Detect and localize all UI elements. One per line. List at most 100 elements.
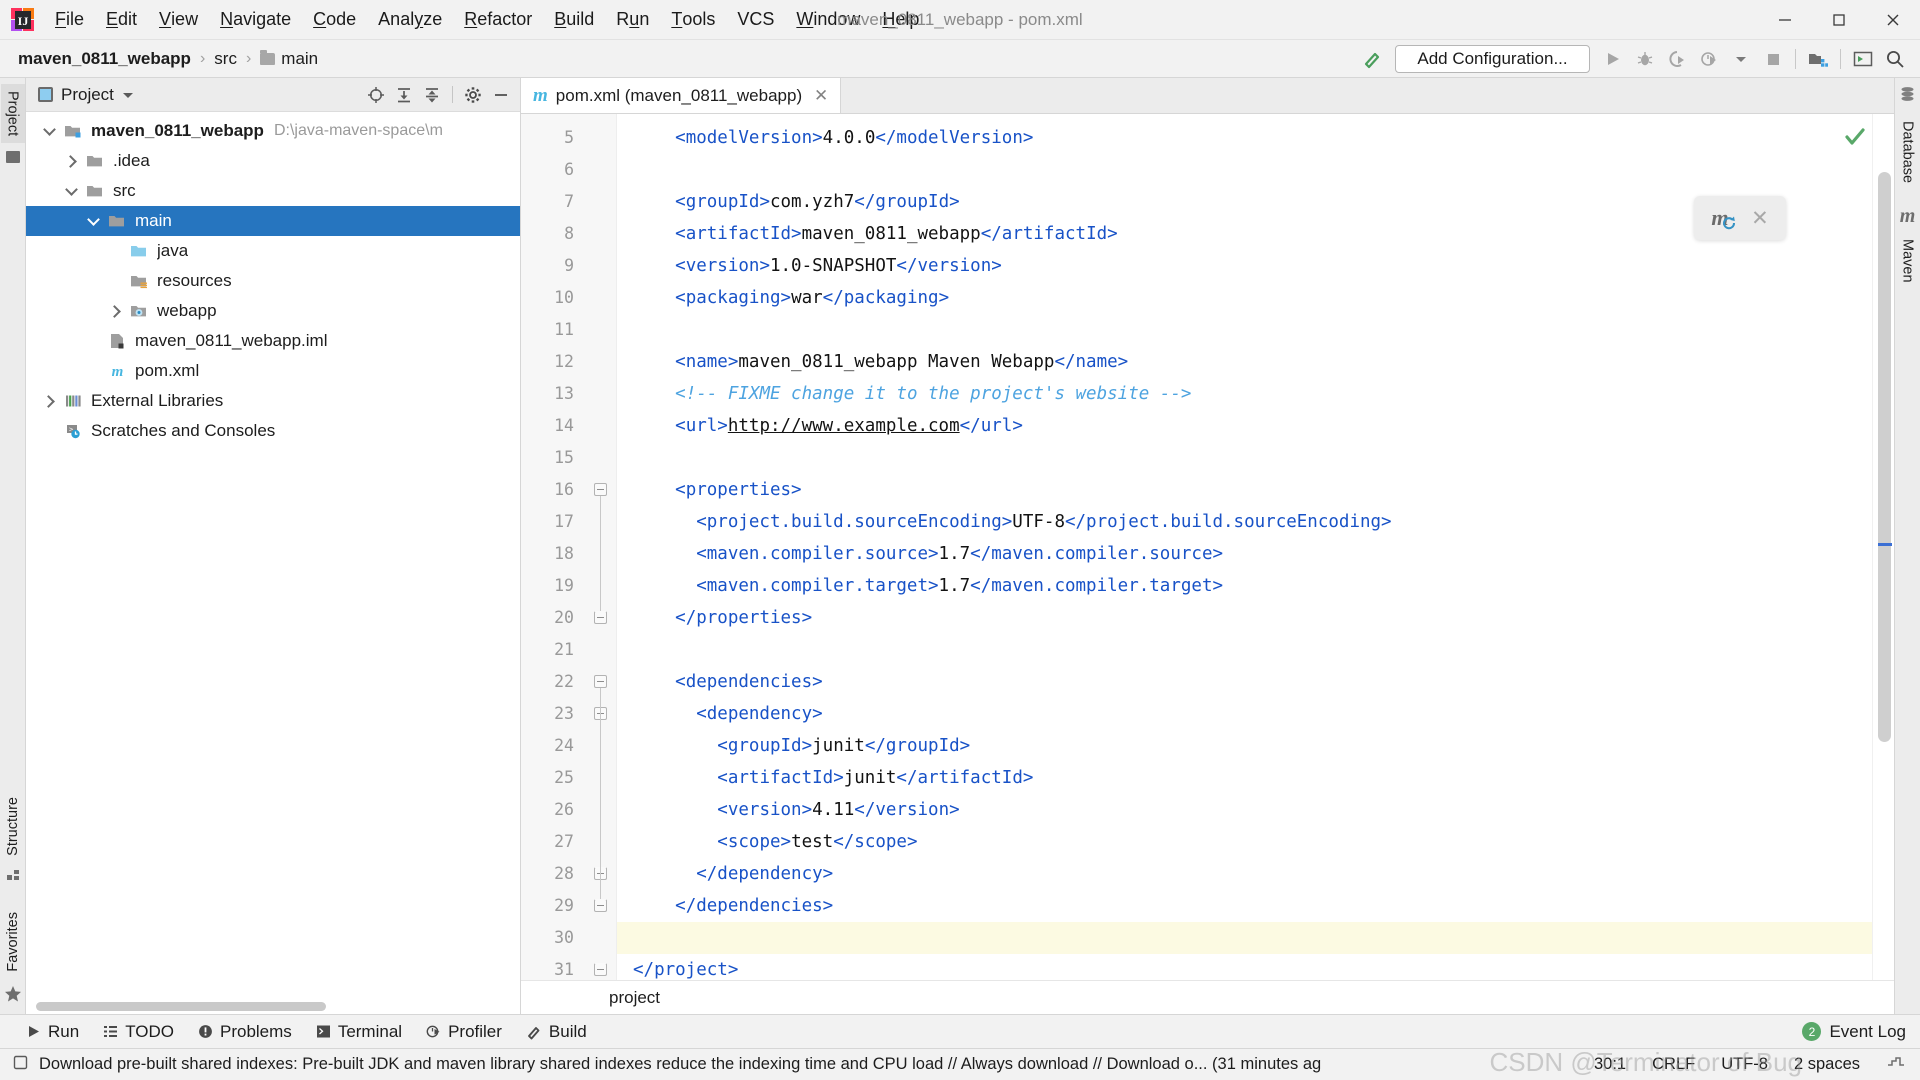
profile-dropdown-icon[interactable] — [1726, 45, 1756, 73]
tool-window-terminal[interactable]: Terminal — [304, 1019, 414, 1045]
event-log-button[interactable]: 2 Event Log — [1802, 1022, 1906, 1042]
menu-item-window[interactable]: Window — [785, 0, 871, 39]
select-opened-file-icon[interactable] — [363, 82, 389, 108]
menu-item-edit[interactable]: Edit — [95, 0, 148, 39]
code-line[interactable]: <project.build.sourceEncoding>UTF-8</pro… — [617, 506, 1872, 538]
menu-item-refactor[interactable]: Refactor — [453, 0, 543, 39]
code-line[interactable]: <artifactId>maven_0811_webapp</artifactI… — [617, 218, 1872, 250]
code-line[interactable]: <maven.compiler.source>1.7</maven.compil… — [617, 538, 1872, 570]
code-line[interactable]: </properties> — [617, 602, 1872, 634]
status-message[interactable]: Download pre-built shared indexes: Pre-b… — [39, 1055, 1321, 1074]
sidebar-item-database[interactable]: Database — [1896, 114, 1920, 190]
tool-window-todo[interactable]: TODO — [91, 1019, 186, 1045]
code-line[interactable]: <dependencies> — [617, 666, 1872, 698]
tree-node-resources[interactable]: resources — [26, 266, 520, 296]
breadcrumb-item-main[interactable]: main — [256, 47, 322, 71]
code-line[interactable]: <dependency> — [617, 698, 1872, 730]
notification-icon[interactable] — [12, 1054, 29, 1076]
code-line[interactable] — [617, 154, 1872, 186]
file-encoding[interactable]: UTF-8 — [1721, 1055, 1768, 1074]
chevron-down-icon[interactable] — [36, 129, 62, 134]
code-folding-gutter[interactable] — [583, 114, 617, 980]
maven-reload-popup[interactable]: m ✕ — [1694, 196, 1786, 240]
menu-item-tools[interactable]: Tools — [660, 0, 726, 39]
editor-scroll-track[interactable] — [1878, 114, 1891, 980]
tree-node-main[interactable]: main — [26, 206, 520, 236]
tool-window-problems[interactable]: Problems — [186, 1019, 304, 1045]
code-line[interactable]: <url>http://www.example.com</url> — [617, 410, 1872, 442]
settings-gear-icon[interactable] — [460, 82, 486, 108]
menu-item-build[interactable]: Build — [543, 0, 605, 39]
stop-icon[interactable] — [1758, 45, 1788, 73]
tree-node-src[interactable]: src — [26, 176, 520, 206]
profile-icon[interactable] — [1694, 45, 1724, 73]
tool-window-build[interactable]: Build — [514, 1019, 599, 1045]
chevron-right-icon[interactable] — [36, 397, 62, 406]
code-line[interactable]: <maven.compiler.target>1.7</maven.compil… — [617, 570, 1872, 602]
build-hammer-icon[interactable] — [1357, 45, 1387, 73]
code-line[interactable]: <version>1.0-SNAPSHOT</version> — [617, 250, 1872, 282]
code-line[interactable]: </project> — [617, 954, 1872, 980]
line-separator[interactable]: CRLF — [1652, 1055, 1695, 1074]
menu-item-analyze[interactable]: Analyze — [367, 0, 453, 39]
code-line[interactable]: <packaging>war</packaging> — [617, 282, 1872, 314]
inspection-status-ok-icon[interactable] — [1844, 126, 1866, 153]
fold-marker-end[interactable] — [594, 611, 607, 624]
debug-icon[interactable] — [1630, 45, 1660, 73]
breadcrumb-item-maven_0811_webapp[interactable]: maven_0811_webapp — [14, 47, 195, 71]
close-tab-icon[interactable]: ✕ — [812, 87, 830, 105]
collapse-all-icon[interactable] — [419, 82, 445, 108]
editor-scroll-thumb[interactable] — [1878, 172, 1891, 742]
menu-item-code[interactable]: Code — [302, 0, 367, 39]
sidebar-item-project[interactable]: Project — [1, 84, 25, 143]
project-tree[interactable]: maven_0811_webappD:\java-maven-space\m.i… — [26, 112, 520, 1014]
code-line[interactable]: </dependencies> — [617, 890, 1872, 922]
tool-window-run[interactable]: Run — [14, 1019, 91, 1045]
minimize-button[interactable] — [1758, 0, 1812, 39]
tree-node-external-libraries[interactable]: External Libraries — [26, 386, 520, 416]
tree-node-maven-0811-webapp[interactable]: maven_0811_webappD:\java-maven-space\m — [26, 116, 520, 146]
close-popup-icon[interactable]: ✕ — [1751, 206, 1769, 231]
menu-item-help[interactable]: Help — [871, 0, 930, 39]
close-button[interactable] — [1866, 0, 1920, 39]
memory-indicator-icon[interactable] — [1886, 1054, 1906, 1075]
indent-setting[interactable]: 2 spaces — [1794, 1055, 1860, 1074]
expand-all-icon[interactable] — [391, 82, 417, 108]
tree-node--idea[interactable]: .idea — [26, 146, 520, 176]
fold-marker-end[interactable] — [594, 899, 607, 912]
code-editor[interactable]: <modelVersion>4.0.0</modelVersion> <grou… — [617, 114, 1872, 980]
add-configuration-button[interactable]: Add Configuration... — [1395, 45, 1590, 73]
code-line[interactable]: <name>maven_0811_webapp Maven Webapp</na… — [617, 346, 1872, 378]
run-with-coverage-icon[interactable] — [1662, 45, 1692, 73]
tab-pom-xml[interactable]: m pom.xml (maven_0811_webapp) ✕ — [521, 78, 841, 113]
menu-item-vcs[interactable]: VCS — [726, 0, 785, 39]
chevron-right-icon[interactable] — [58, 157, 84, 166]
editor-scrollbar-column[interactable] — [1872, 114, 1894, 980]
search-everywhere-icon[interactable] — [1880, 45, 1910, 73]
chevron-down-icon[interactable] — [80, 219, 106, 224]
maximize-button[interactable] — [1812, 0, 1866, 39]
fold-marker-end[interactable] — [594, 963, 607, 976]
editor-breadcrumb[interactable]: project — [521, 980, 1894, 1014]
tool-window-profiler[interactable]: Profiler — [414, 1019, 514, 1045]
code-line[interactable]: </dependency> — [617, 858, 1872, 890]
maven-reload-icon[interactable]: m — [1711, 205, 1728, 231]
breadcrumb-item-src[interactable]: src — [210, 47, 241, 71]
fold-marker-start[interactable] — [594, 483, 607, 496]
maven-stripe-icon[interactable]: m — [1900, 206, 1916, 226]
menu-item-navigate[interactable]: Navigate — [209, 0, 302, 39]
menu-item-run[interactable]: Run — [605, 0, 660, 39]
code-line[interactable] — [617, 634, 1872, 666]
code-line[interactable]: <properties> — [617, 474, 1872, 506]
code-line[interactable]: <version>4.11</version> — [617, 794, 1872, 826]
database-icon[interactable] — [1899, 86, 1916, 108]
code-line[interactable] — [617, 314, 1872, 346]
project-structure-icon[interactable] — [1803, 45, 1833, 73]
caret-position[interactable]: 30:1 — [1594, 1055, 1626, 1074]
tree-node-pom-xml[interactable]: mpom.xml — [26, 356, 520, 386]
code-line[interactable]: <modelVersion>4.0.0</modelVersion> — [617, 122, 1872, 154]
code-line[interactable] — [617, 922, 1872, 954]
code-line[interactable]: <groupId>com.yzh7</groupId> — [617, 186, 1872, 218]
code-line[interactable]: <scope>test</scope> — [617, 826, 1872, 858]
terminal-icon[interactable] — [1848, 45, 1878, 73]
